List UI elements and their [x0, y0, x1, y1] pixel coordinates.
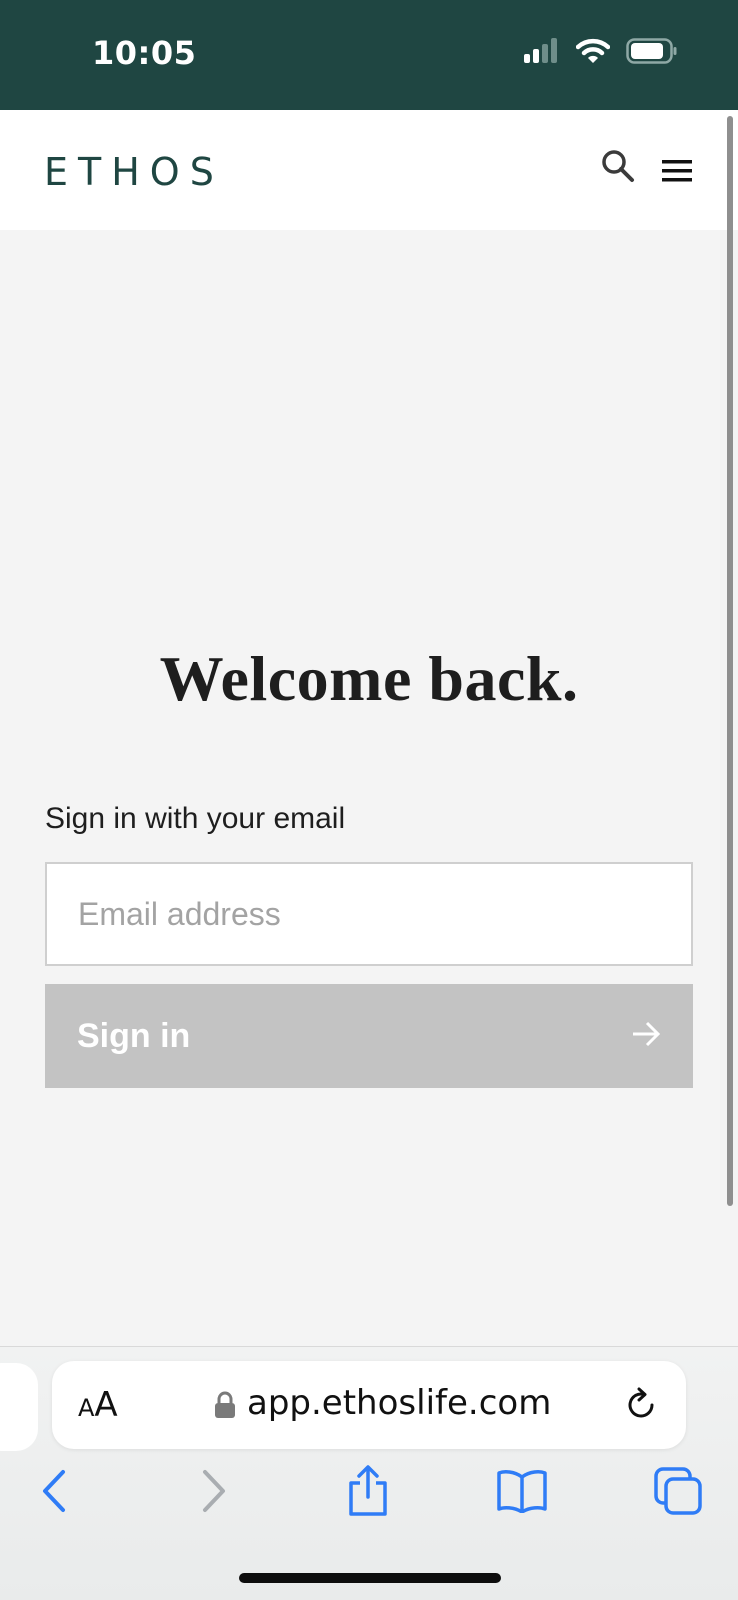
signin-label: Sign in with your email — [45, 802, 346, 835]
sign-in-button[interactable]: Sign in — [45, 984, 693, 1088]
arrow-right-icon — [631, 1017, 661, 1056]
previous-tab-peek[interactable] — [0, 1363, 38, 1451]
status-bar: 10:05 — [0, 0, 738, 110]
sign-in-button-label: Sign in — [77, 1016, 191, 1055]
search-icon[interactable] — [600, 148, 636, 184]
lock-icon — [214, 1391, 236, 1419]
forward-icon[interactable] — [186, 1463, 242, 1519]
reload-icon[interactable] — [624, 1387, 660, 1423]
main-content: Welcome back. Sign in with your email Si… — [0, 230, 738, 1346]
back-icon[interactable] — [26, 1463, 82, 1519]
hamburger-menu-icon[interactable] — [660, 158, 694, 184]
welcome-heading: Welcome back. — [159, 643, 579, 714]
battery-icon — [626, 38, 678, 69]
page-scrollbar[interactable] — [727, 116, 733, 1206]
status-icons — [522, 38, 678, 69]
ethos-logo[interactable]: ETHOS — [44, 150, 224, 194]
wifi-icon — [575, 38, 611, 69]
safari-toolbar — [0, 1463, 738, 1533]
share-icon[interactable] — [340, 1463, 396, 1519]
safari-bottom-bar: AA app.ethoslife.com — [0, 1346, 738, 1600]
address-bar[interactable]: AA app.ethoslife.com — [52, 1361, 686, 1449]
status-time: 10:05 — [92, 34, 197, 72]
email-field[interactable] — [45, 862, 693, 966]
cellular-signal-icon — [522, 38, 560, 69]
reader-aa-button[interactable]: AA — [78, 1385, 118, 1425]
tabs-icon[interactable] — [650, 1463, 706, 1519]
home-indicator — [239, 1573, 501, 1583]
bookmarks-icon[interactable] — [494, 1463, 550, 1519]
url-text[interactable]: app.ethoslife.com — [247, 1383, 551, 1423]
site-header: ETHOS — [0, 110, 738, 230]
